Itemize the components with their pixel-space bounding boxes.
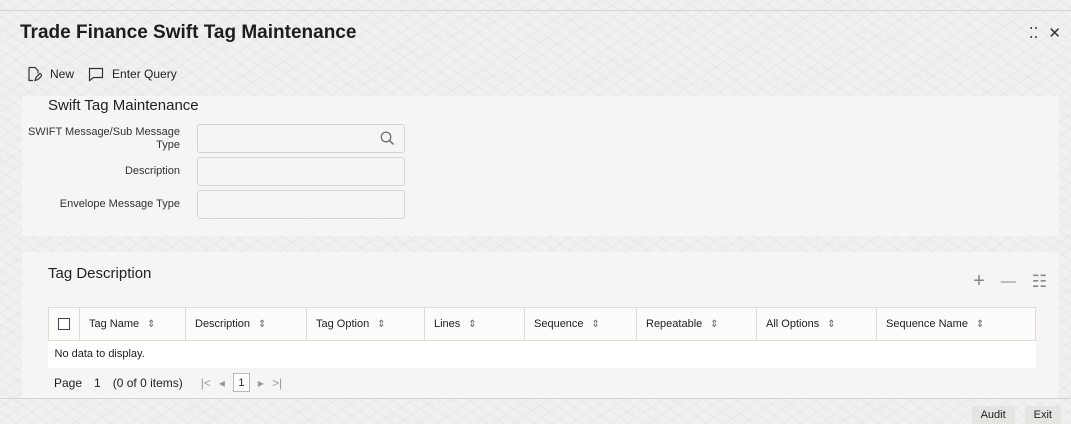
table-row-empty: No data to display. [48, 340, 1036, 368]
sort-icon[interactable]: ⇕ [976, 319, 984, 330]
col-lines-label: Lines [434, 318, 461, 330]
items-info: (0 of 0 items) [112, 375, 183, 390]
swift-message-type-label: SWIFT Message/Sub Message Type [27, 125, 180, 151]
envelope-message-type-row: Envelope Message Type [22, 190, 405, 219]
tag-description-title: Tag Description [48, 265, 152, 282]
table-tools: + — ☷ [973, 270, 1047, 293]
envelope-message-type-input[interactable] [197, 190, 405, 219]
col-all-options-label: All Options [766, 318, 820, 330]
select-all-checkbox[interactable] [58, 318, 70, 331]
first-page-icon[interactable]: |< [201, 376, 211, 390]
sort-icon[interactable]: ⇕ [827, 319, 835, 330]
col-tag-name-label: Tag Name [89, 318, 140, 330]
new-label: New [50, 67, 75, 81]
sort-icon[interactable]: ⇕ [592, 319, 600, 330]
col-tag-name[interactable]: Tag Name ⇕ [79, 307, 186, 341]
sort-icon[interactable]: ⇕ [710, 319, 718, 330]
toolbar: New Enter Query [26, 66, 177, 82]
swift-tag-panel: Swift Tag Maintenance SWIFT Message/Sub … [22, 96, 1059, 236]
audit-button[interactable]: Audit [971, 406, 1015, 424]
enter-query-button[interactable]: Enter Query [88, 67, 177, 82]
bottom-divider [0, 398, 1071, 399]
new-document-icon [28, 66, 42, 82]
col-tag-option-label: Tag Option [316, 318, 370, 330]
tag-table: Tag Name ⇕ Description ⇕ Tag Option ⇕ Lines… [48, 307, 1036, 368]
table-header-row: Tag Name ⇕ Description ⇕ Tag Option ⇕ Lines… [48, 307, 1036, 341]
description-row: Description [22, 157, 405, 186]
empty-message: No data to display. [48, 340, 1036, 368]
current-page-button[interactable]: 1 [232, 373, 250, 392]
close-icon[interactable]: ✕ [1048, 24, 1061, 42]
sort-icon[interactable]: ⇕ [377, 319, 385, 330]
sort-icon[interactable]: ⇕ [258, 319, 266, 330]
col-sequence-name-label: Sequence Name [886, 318, 968, 330]
exit-button[interactable]: Exit [1024, 406, 1061, 424]
select-all-header [48, 307, 80, 341]
next-page-icon[interactable]: ▸ [258, 376, 264, 390]
col-repeatable-label: Repeatable [646, 318, 703, 330]
envelope-message-type-label: Envelope Message Type [59, 198, 180, 210]
col-sequence[interactable]: Sequence ⇕ [524, 307, 637, 341]
description-input[interactable] [197, 157, 405, 186]
tag-description-panel: Tag Description + — ☷ Tag Name ⇕ Descript… [22, 252, 1059, 398]
page-label: Page [54, 375, 83, 390]
page-title: Trade Finance Swift Tag Maintenance [20, 22, 357, 43]
search-icon[interactable] [380, 131, 395, 146]
swift-message-type-row: SWIFT Message/Sub Message Type [22, 124, 405, 153]
last-page-icon[interactable]: >| [272, 376, 282, 390]
col-sequence-name[interactable]: Sequence Name ⇕ [876, 307, 1036, 341]
top-divider [0, 10, 1071, 11]
page-number-input[interactable]: 1 [90, 376, 105, 390]
col-tag-option[interactable]: Tag Option ⇕ [306, 307, 425, 341]
col-sequence-label: Sequence [534, 318, 584, 330]
pagination: Page 1 (0 of 0 items) |< ◂ 1 ▸ >| [54, 373, 282, 392]
sort-icon[interactable]: ⇕ [468, 319, 476, 330]
new-button[interactable]: New [26, 66, 74, 82]
enter-query-label: Enter Query [112, 67, 177, 81]
sort-icon[interactable]: ⇕ [147, 319, 155, 330]
restore-icon[interactable]: ⁚⁚ [1029, 24, 1039, 42]
col-description-label: Description [195, 318, 251, 330]
col-lines[interactable]: Lines ⇕ [424, 307, 525, 341]
window-controls: ⁚⁚ ✕ [1029, 24, 1061, 42]
col-repeatable[interactable]: Repeatable ⇕ [636, 307, 757, 341]
remove-row-icon[interactable]: — [1001, 273, 1016, 290]
swift-message-type-input[interactable] [197, 124, 405, 153]
section-title: Swift Tag Maintenance [48, 97, 199, 114]
prev-page-icon[interactable]: ◂ [219, 376, 225, 390]
description-label: Description [124, 165, 180, 177]
col-description[interactable]: Description ⇕ [185, 307, 307, 341]
col-all-options[interactable]: All Options ⇕ [756, 307, 877, 341]
query-icon [88, 67, 104, 82]
footer: Audit Exit [971, 406, 1061, 424]
add-row-icon[interactable]: + [973, 270, 985, 293]
view-columns-icon[interactable]: ☷ [1032, 272, 1047, 292]
